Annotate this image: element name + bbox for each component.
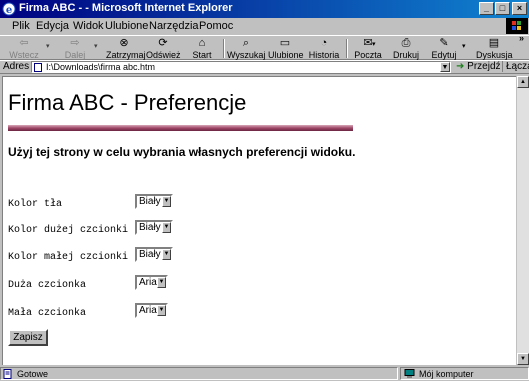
chevron-down-icon: ▼ (162, 222, 171, 233)
toolbar-chevron-icon[interactable]: » (519, 33, 524, 56)
back-button[interactable]: ⇦ Wstecz (4, 37, 44, 60)
large-font-color-select[interactable]: Biały ▼ (135, 220, 173, 235)
small-font-select[interactable]: Arial ▼ (135, 303, 168, 318)
zone-text: Mój komputer (419, 369, 474, 379)
minimize-button[interactable]: _ (479, 2, 494, 15)
menu-edit[interactable]: Edycja (36, 20, 69, 32)
discuss-icon: ▤ (488, 37, 500, 49)
stop-button[interactable]: ⊗ Zatrzymaj (106, 37, 146, 60)
background-color-select[interactable]: Biały ▼ (135, 194, 173, 209)
chevron-down-icon: ▼ (162, 196, 171, 207)
windows-logo-icon (506, 18, 528, 34)
page-heading: Firma ABC - Preferencje (8, 90, 247, 115)
home-icon: ⌂ (198, 37, 206, 49)
small-font-color-label: Kolor małej czcionki (8, 252, 129, 263)
search-icon: ⌕ (242, 37, 250, 49)
menu-view[interactable]: Widok (73, 20, 104, 32)
background-color-label: Kolor tła (8, 199, 63, 210)
mail-icon: ✉ (363, 37, 373, 49)
history-button[interactable]: ◔ Historia (308, 37, 340, 60)
status-text: Gotowe (17, 369, 49, 379)
discuss-button[interactable]: ▤ Dyskusja (476, 37, 513, 60)
refresh-icon: ⟳ (158, 37, 168, 49)
history-icon: ◔ (320, 37, 328, 49)
small-font-color-select[interactable]: Biały ▼ (135, 247, 173, 262)
menu-tools[interactable]: Narzędzia (149, 20, 199, 32)
heading-rule (8, 125, 353, 131)
chevron-down-icon: ▼ (157, 277, 166, 288)
home-button[interactable]: ⌂ Start (189, 37, 215, 60)
address-label: Adres (3, 61, 30, 72)
print-button[interactable]: ⎙ Drukuj (392, 37, 420, 60)
chevron-down-icon: ▼ (162, 249, 171, 260)
address-input[interactable]: I:\Downloads\firma abc.htm ▼ (31, 61, 451, 73)
save-button[interactable]: Zapisz (8, 329, 48, 346)
title-bar: e Firma ABC - - Microsoft Internet Explo… (0, 0, 529, 18)
close-button[interactable]: × (512, 2, 527, 15)
stop-icon: ⊗ (119, 37, 129, 49)
edit-button[interactable]: ✎ Edytuj (430, 37, 458, 60)
search-button[interactable]: ⌕ Wyszukaj (227, 37, 265, 60)
back-arrow-icon: ⇦ (19, 37, 29, 49)
large-font-label: Duża czcionka (8, 280, 87, 291)
vertical-scrollbar[interactable]: ▲ ▼ (517, 76, 529, 365)
menu-file[interactable]: Plik (12, 20, 30, 32)
internet-explorer-icon: e (2, 2, 16, 16)
toolbar-separator (346, 39, 348, 58)
maximize-button[interactable]: □ (495, 2, 510, 15)
large-font-color-label: Kolor dużej czcionki (8, 225, 129, 236)
scroll-up-icon[interactable]: ▲ (517, 76, 529, 88)
toolbar-separator (223, 39, 225, 58)
menu-favorites[interactable]: Ulubione (105, 20, 148, 32)
toolbar: ⇦ Wstecz ▾ ⇨ Dalej ▾ ⊗ Zatrzymaj ⟳ Odświ… (0, 33, 529, 60)
address-bar: Adres I:\Downloads\firma abc.htm ▼ ➜ Prz… (0, 60, 529, 74)
scroll-down-icon[interactable]: ▼ (517, 353, 529, 365)
forward-button[interactable]: ⇨ Dalej (56, 37, 94, 60)
status-bar: Gotowe Mój komputer (0, 366, 529, 381)
page-icon (34, 63, 42, 72)
large-font-select[interactable]: Arial ▼ (135, 275, 168, 290)
links-button[interactable]: Łącza (502, 61, 529, 72)
svg-text:e: e (6, 5, 12, 16)
chevron-down-icon: ▼ (157, 305, 166, 316)
address-dropdown-icon[interactable]: ▼ (440, 62, 450, 72)
refresh-button[interactable]: ⟳ Odśwież (146, 37, 181, 60)
my-computer-icon (404, 369, 415, 378)
menu-help[interactable]: Pomoc (199, 20, 233, 32)
menu-bar: Plik Edycja Widok Ulubione Narzędzia Pom… (0, 18, 529, 35)
small-font-label: Mała czcionka (8, 308, 87, 319)
zone-pane: Mój komputer (400, 367, 529, 380)
page-status-icon (3, 369, 12, 379)
page-content: Firma ABC - Preferencje Użyj tej strony … (2, 76, 516, 365)
print-icon: ⎙ (401, 37, 411, 49)
address-value: I:\Downloads\firma abc.htm (46, 62, 156, 72)
edit-icon: ✎ (439, 37, 449, 49)
mail-button[interactable]: ✉ Poczta (352, 37, 384, 60)
status-pane: Gotowe (0, 367, 398, 380)
favorites-button[interactable]: ▭ Ulubione (268, 37, 304, 60)
go-button[interactable]: ➜ Przejdź (456, 61, 501, 72)
forward-arrow-icon: ⇨ (70, 37, 80, 49)
favorites-folder-icon: ▭ (279, 37, 291, 49)
page-subtitle: Użyj tej strony w celu wybrania własnych… (8, 145, 356, 159)
window-title: Firma ABC - - Microsoft Internet Explore… (19, 2, 233, 14)
go-arrow-icon: ➜ (456, 61, 465, 72)
